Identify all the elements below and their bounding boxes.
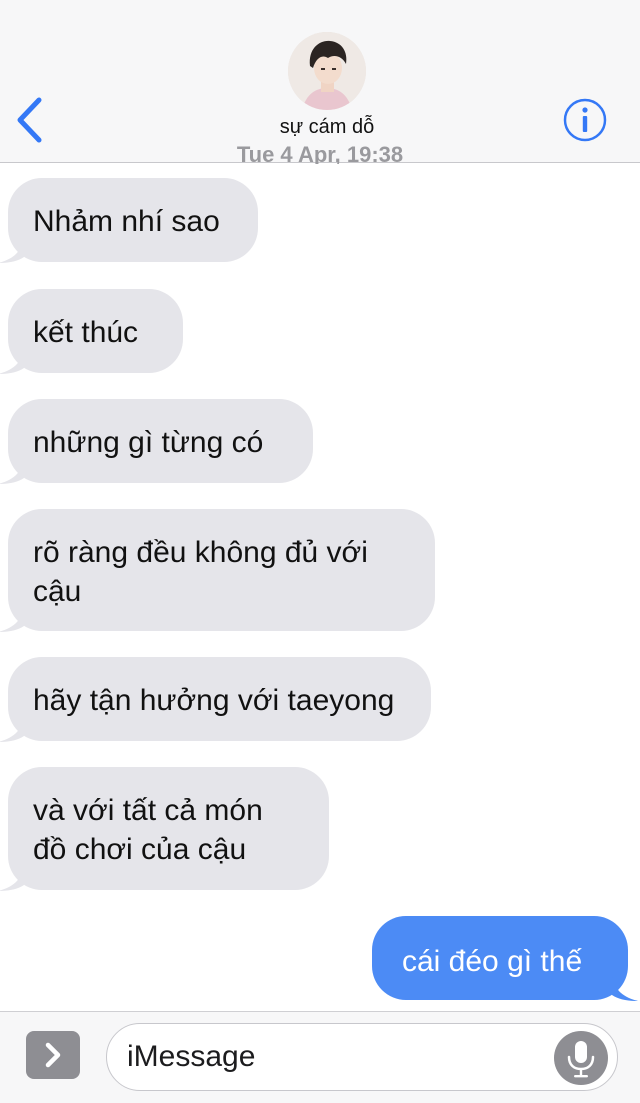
dictation-button[interactable]: [554, 1031, 608, 1085]
info-icon: [563, 98, 607, 142]
conversation-timestamp: Tue 4 Apr, 19:38: [236, 146, 404, 164]
bubble-tail: [0, 348, 24, 374]
bubble-tail: [0, 458, 24, 484]
imessage-input[interactable]: iMessage: [106, 1023, 618, 1091]
message-text: hãy tận hưởng với taeyong: [33, 684, 395, 717]
info-button[interactable]: [562, 97, 608, 143]
incoming-message-bubble[interactable]: rõ ràng đều không đủ với cậu: [0, 509, 435, 632]
bubble-tail: [0, 237, 24, 263]
message-text-line: cậu: [33, 575, 82, 608]
incoming-message-bubble[interactable]: và với tất cả món đồ chơi của cậu: [0, 767, 329, 891]
timestamp-sliver: Tue 4 Apr, 19:38: [0, 146, 640, 164]
bubble-tail: [0, 865, 24, 891]
bubble-tail: [0, 606, 24, 632]
outgoing-message-bubble[interactable]: cái đéo gì thế: [372, 916, 638, 1001]
avatar-photo: [288, 32, 366, 110]
incoming-message-bubble[interactable]: kết thúc: [0, 289, 183, 374]
message-text-line: và với tất cả món: [33, 794, 263, 827]
incoming-message-bubble[interactable]: hãy tận hưởng với taeyong: [0, 657, 431, 742]
apps-expand-button[interactable]: [26, 1031, 80, 1079]
conversation-header: sự cám dỗ: [0, 0, 640, 163]
input-placeholder: iMessage: [127, 1040, 256, 1073]
microphone-icon: [567, 1041, 595, 1078]
bubble-tail: [612, 975, 638, 1001]
message-text-line: rõ ràng đều không đủ với: [33, 536, 368, 569]
chevron-right-icon: [45, 1042, 61, 1068]
bubble-tail: [0, 716, 24, 742]
message-text: những gì từng có: [33, 426, 264, 459]
message-text-line: đồ chơi của cậu: [33, 833, 247, 866]
message-text: kết thúc: [33, 316, 139, 349]
contact-avatar[interactable]: [288, 32, 366, 110]
incoming-message-bubble[interactable]: những gì từng có: [0, 399, 313, 484]
message-text: Nhảm nhí sao: [33, 205, 220, 238]
incoming-message-bubble[interactable]: Nhảm nhí sao: [0, 178, 258, 263]
message-text: cái đéo gì thế: [402, 945, 583, 978]
contact-name[interactable]: sự cám dỗ: [0, 116, 640, 139]
